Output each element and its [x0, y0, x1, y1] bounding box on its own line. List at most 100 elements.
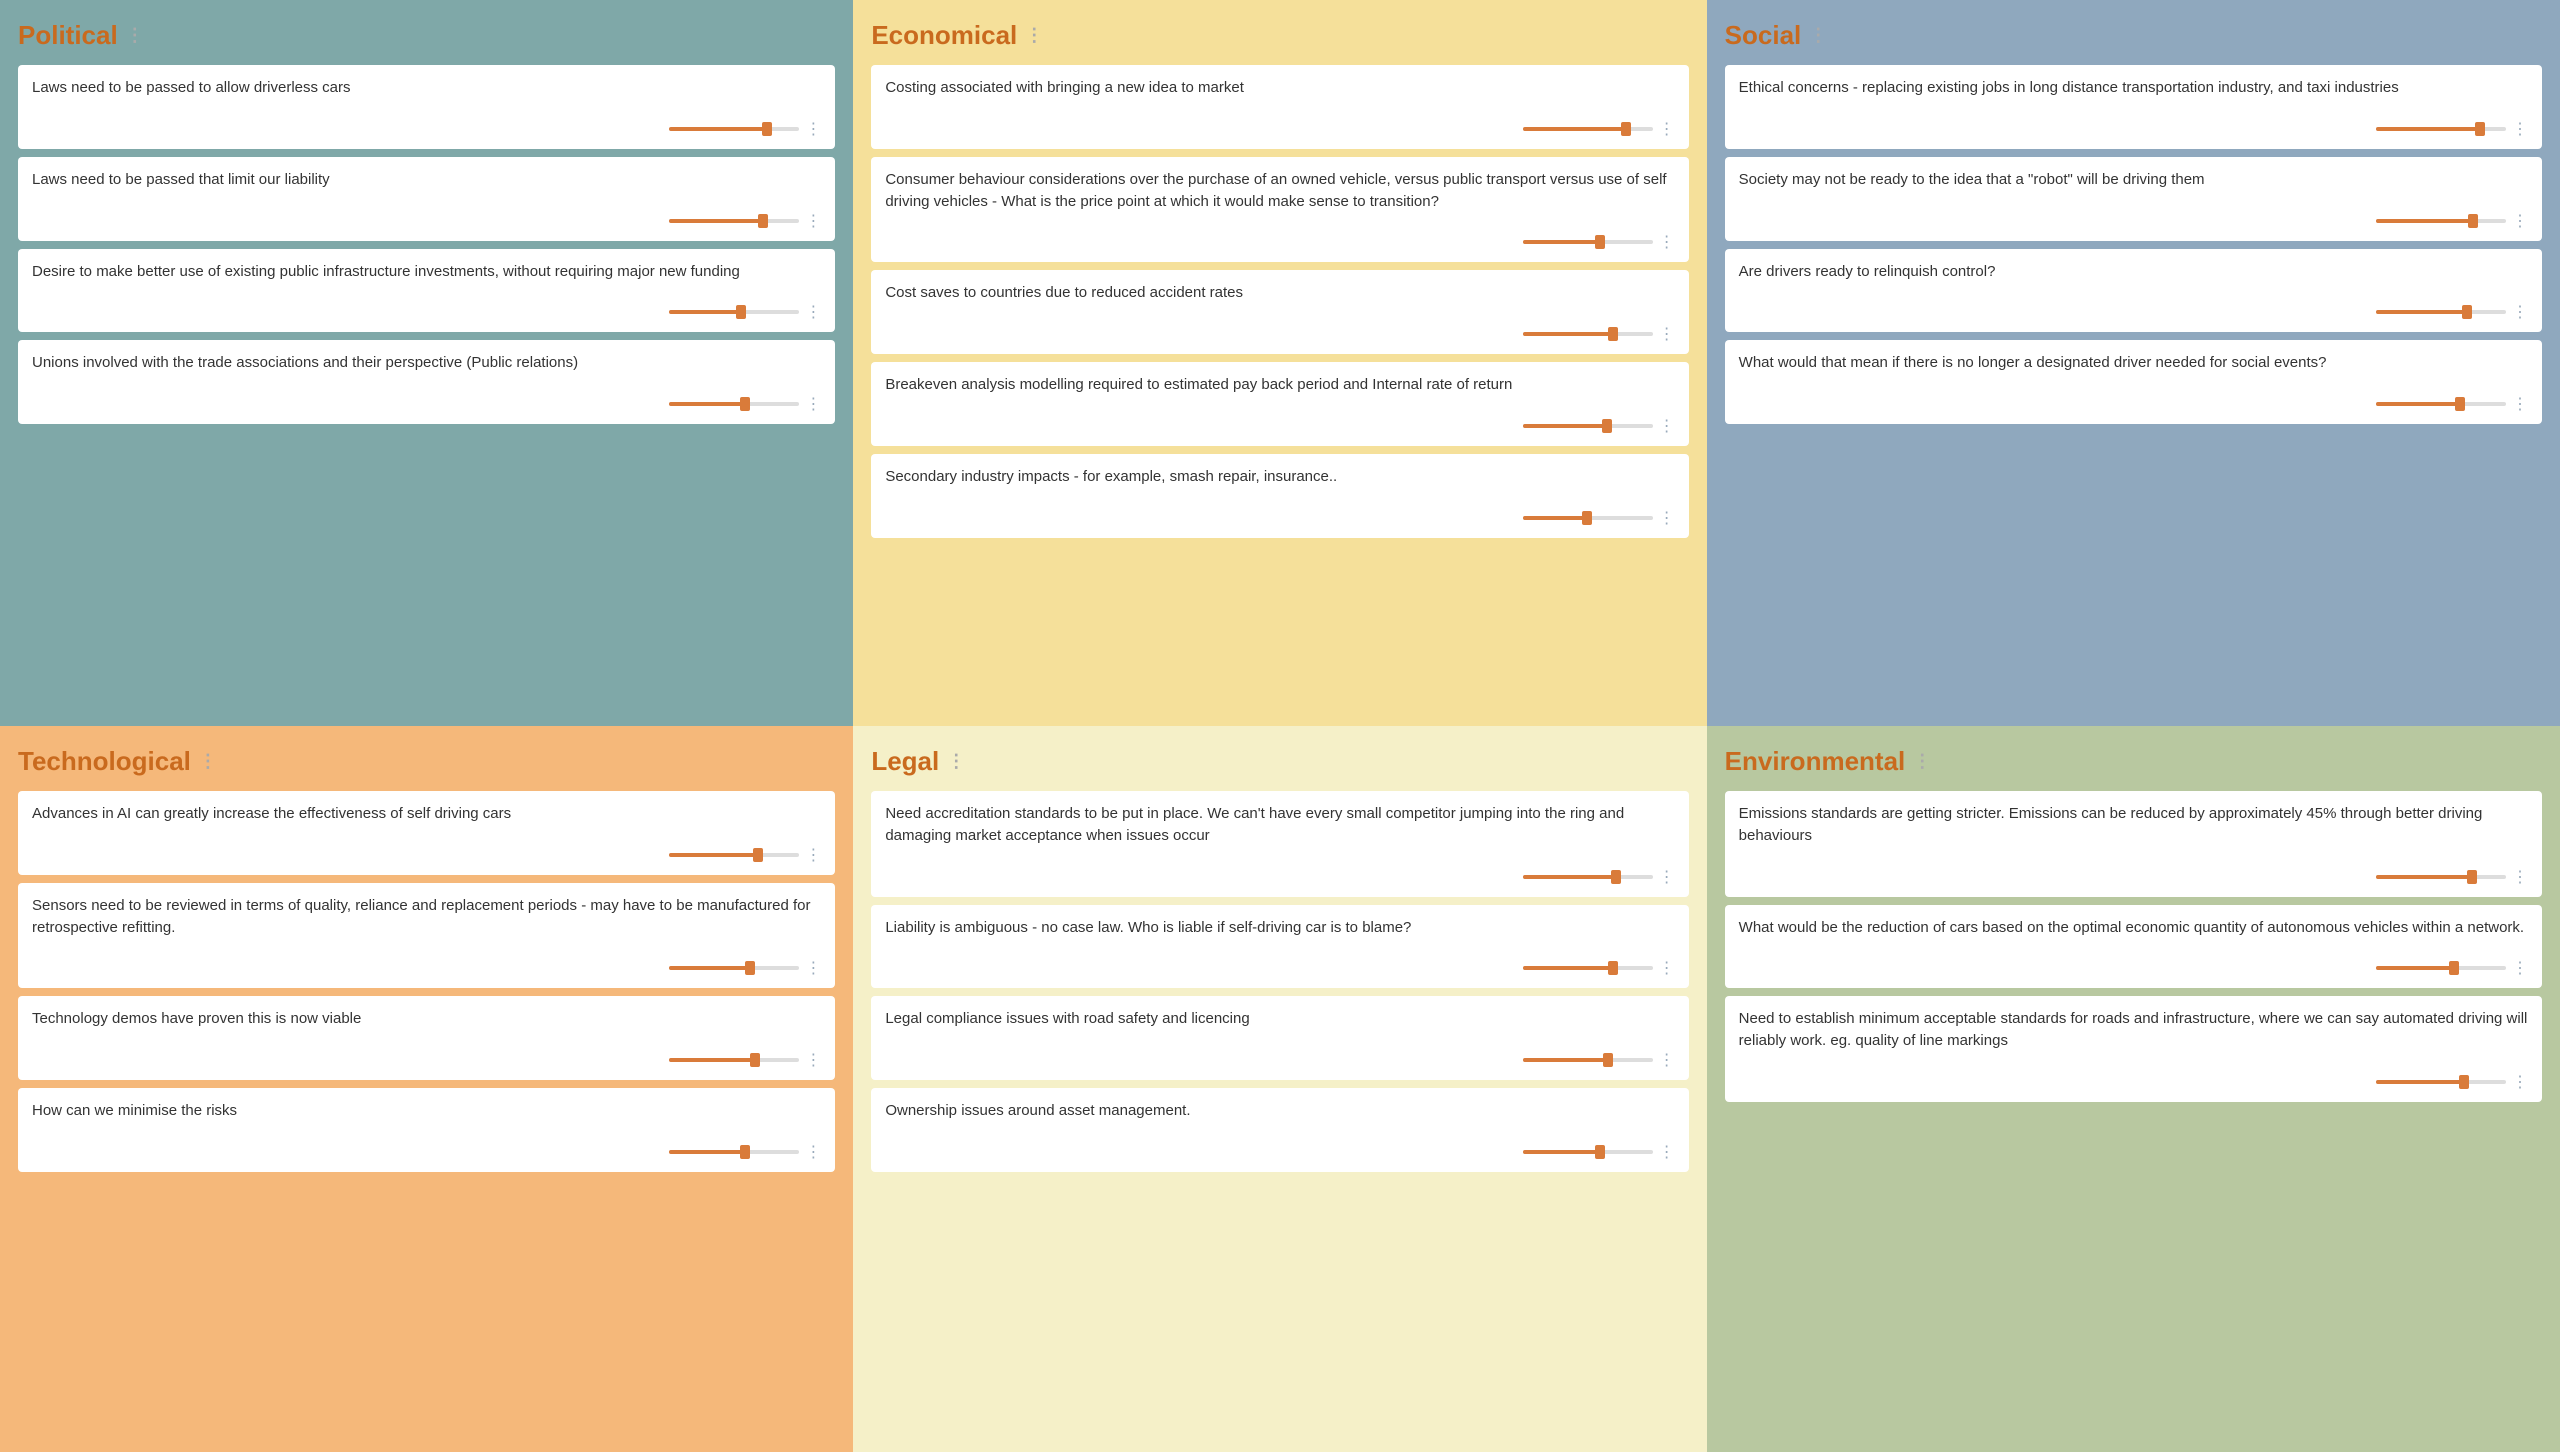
drag-handle-economical[interactable]: ⋮	[1025, 25, 1043, 46]
slider-thumb[interactable]	[2459, 1075, 2469, 1089]
slider-thumb[interactable]	[1608, 961, 1618, 975]
slider-track[interactable]	[2376, 402, 2506, 406]
card[interactable]: Cost saves to countries due to reduced a…	[871, 270, 1688, 354]
slider-track[interactable]	[1523, 332, 1653, 336]
slider-track[interactable]	[1523, 127, 1653, 131]
card-menu-icon[interactable]: ⋮	[1659, 416, 1675, 436]
card-menu-icon[interactable]: ⋮	[1659, 867, 1675, 887]
card[interactable]: Breakeven analysis modelling required to…	[871, 362, 1688, 446]
slider-thumb[interactable]	[2468, 214, 2478, 228]
slider-thumb[interactable]	[1582, 511, 1592, 525]
slider-thumb[interactable]	[1621, 122, 1631, 136]
slider-thumb[interactable]	[750, 1053, 760, 1067]
card[interactable]: What would be the reduction of cars base…	[1725, 905, 2542, 989]
card[interactable]: Sensors need to be reviewed in terms of …	[18, 883, 835, 989]
card[interactable]: Consumer behaviour considerations over t…	[871, 157, 1688, 263]
card-menu-icon[interactable]: ⋮	[805, 1142, 821, 1162]
card[interactable]: Emissions standards are getting stricter…	[1725, 791, 2542, 897]
card[interactable]: Need accreditation standards to be put i…	[871, 791, 1688, 897]
slider-thumb[interactable]	[2455, 397, 2465, 411]
slider-track[interactable]	[2376, 966, 2506, 970]
card[interactable]: Laws need to be passed to allow driverle…	[18, 65, 835, 149]
card-menu-icon[interactable]: ⋮	[1659, 1050, 1675, 1070]
slider-track[interactable]	[669, 853, 799, 857]
slider-thumb[interactable]	[740, 397, 750, 411]
slider-track[interactable]	[1523, 966, 1653, 970]
slider-track[interactable]	[1523, 424, 1653, 428]
slider-thumb[interactable]	[1611, 870, 1621, 884]
card[interactable]: Desire to make better use of existing pu…	[18, 249, 835, 333]
slider-thumb[interactable]	[758, 214, 768, 228]
card-menu-icon[interactable]: ⋮	[805, 1050, 821, 1070]
card[interactable]: What would that mean if there is no long…	[1725, 340, 2542, 424]
card[interactable]: Costing associated with bringing a new i…	[871, 65, 1688, 149]
card-menu-icon[interactable]: ⋮	[805, 211, 821, 231]
card-menu-icon[interactable]: ⋮	[1659, 958, 1675, 978]
slider-thumb[interactable]	[736, 305, 746, 319]
slider-track[interactable]	[669, 402, 799, 406]
card-menu-icon[interactable]: ⋮	[805, 119, 821, 139]
card-menu-icon[interactable]: ⋮	[1659, 1142, 1675, 1162]
slider-thumb[interactable]	[2467, 870, 2477, 884]
card-menu-icon[interactable]: ⋮	[2512, 211, 2528, 231]
card[interactable]: Society may not be ready to the idea tha…	[1725, 157, 2542, 241]
slider-track[interactable]	[669, 1150, 799, 1154]
card[interactable]: Secondary industry impacts - for example…	[871, 454, 1688, 538]
card-menu-icon[interactable]: ⋮	[1659, 119, 1675, 139]
card-menu-icon[interactable]: ⋮	[2512, 867, 2528, 887]
slider-track[interactable]	[669, 310, 799, 314]
slider-track[interactable]	[669, 127, 799, 131]
slider-thumb[interactable]	[740, 1145, 750, 1159]
card[interactable]: Unions involved with the trade associati…	[18, 340, 835, 424]
card[interactable]: Ethical concerns - replacing existing jo…	[1725, 65, 2542, 149]
card-menu-icon[interactable]: ⋮	[2512, 394, 2528, 414]
slider-thumb[interactable]	[2449, 961, 2459, 975]
card-menu-icon[interactable]: ⋮	[805, 845, 821, 865]
slider-track[interactable]	[1523, 240, 1653, 244]
slider-thumb[interactable]	[1602, 419, 1612, 433]
slider-track[interactable]	[2376, 1080, 2506, 1084]
card[interactable]: Are drivers ready to relinquish control?…	[1725, 249, 2542, 333]
card[interactable]: How can we minimise the risks⋮	[18, 1088, 835, 1172]
slider-thumb[interactable]	[1603, 1053, 1613, 1067]
slider-track[interactable]	[2376, 875, 2506, 879]
slider-track[interactable]	[1523, 1058, 1653, 1062]
card-menu-icon[interactable]: ⋮	[805, 394, 821, 414]
drag-handle-social[interactable]: ⋮	[1809, 25, 1827, 46]
slider-track[interactable]	[1523, 516, 1653, 520]
card-menu-icon[interactable]: ⋮	[1659, 232, 1675, 252]
slider-track[interactable]	[1523, 1150, 1653, 1154]
slider-thumb[interactable]	[745, 961, 755, 975]
slider-thumb[interactable]	[762, 122, 772, 136]
drag-handle-political[interactable]: ⋮	[126, 25, 144, 46]
card-menu-icon[interactable]: ⋮	[1659, 508, 1675, 528]
card[interactable]: Need to establish minimum acceptable sta…	[1725, 996, 2542, 1102]
card-menu-icon[interactable]: ⋮	[2512, 302, 2528, 322]
slider-thumb[interactable]	[1595, 235, 1605, 249]
card[interactable]: Legal compliance issues with road safety…	[871, 996, 1688, 1080]
card[interactable]: Ownership issues around asset management…	[871, 1088, 1688, 1172]
slider-track[interactable]	[2376, 127, 2506, 131]
card[interactable]: Laws need to be passed that limit our li…	[18, 157, 835, 241]
card-menu-icon[interactable]: ⋮	[805, 302, 821, 322]
slider-track[interactable]	[2376, 310, 2506, 314]
slider-thumb[interactable]	[2462, 305, 2472, 319]
slider-thumb[interactable]	[2475, 122, 2485, 136]
card-menu-icon[interactable]: ⋮	[805, 958, 821, 978]
card[interactable]: Liability is ambiguous - no case law. Wh…	[871, 905, 1688, 989]
card-menu-icon[interactable]: ⋮	[1659, 324, 1675, 344]
card-menu-icon[interactable]: ⋮	[2512, 1072, 2528, 1092]
slider-track[interactable]	[669, 966, 799, 970]
slider-track[interactable]	[669, 1058, 799, 1062]
card[interactable]: Technology demos have proven this is now…	[18, 996, 835, 1080]
slider-track[interactable]	[2376, 219, 2506, 223]
slider-thumb[interactable]	[753, 848, 763, 862]
slider-track[interactable]	[1523, 875, 1653, 879]
drag-handle-technological[interactable]: ⋮	[199, 751, 217, 772]
slider-thumb[interactable]	[1608, 327, 1618, 341]
slider-thumb[interactable]	[1595, 1145, 1605, 1159]
card-menu-icon[interactable]: ⋮	[2512, 958, 2528, 978]
drag-handle-environmental[interactable]: ⋮	[1913, 751, 1931, 772]
card-menu-icon[interactable]: ⋮	[2512, 119, 2528, 139]
slider-track[interactable]	[669, 219, 799, 223]
